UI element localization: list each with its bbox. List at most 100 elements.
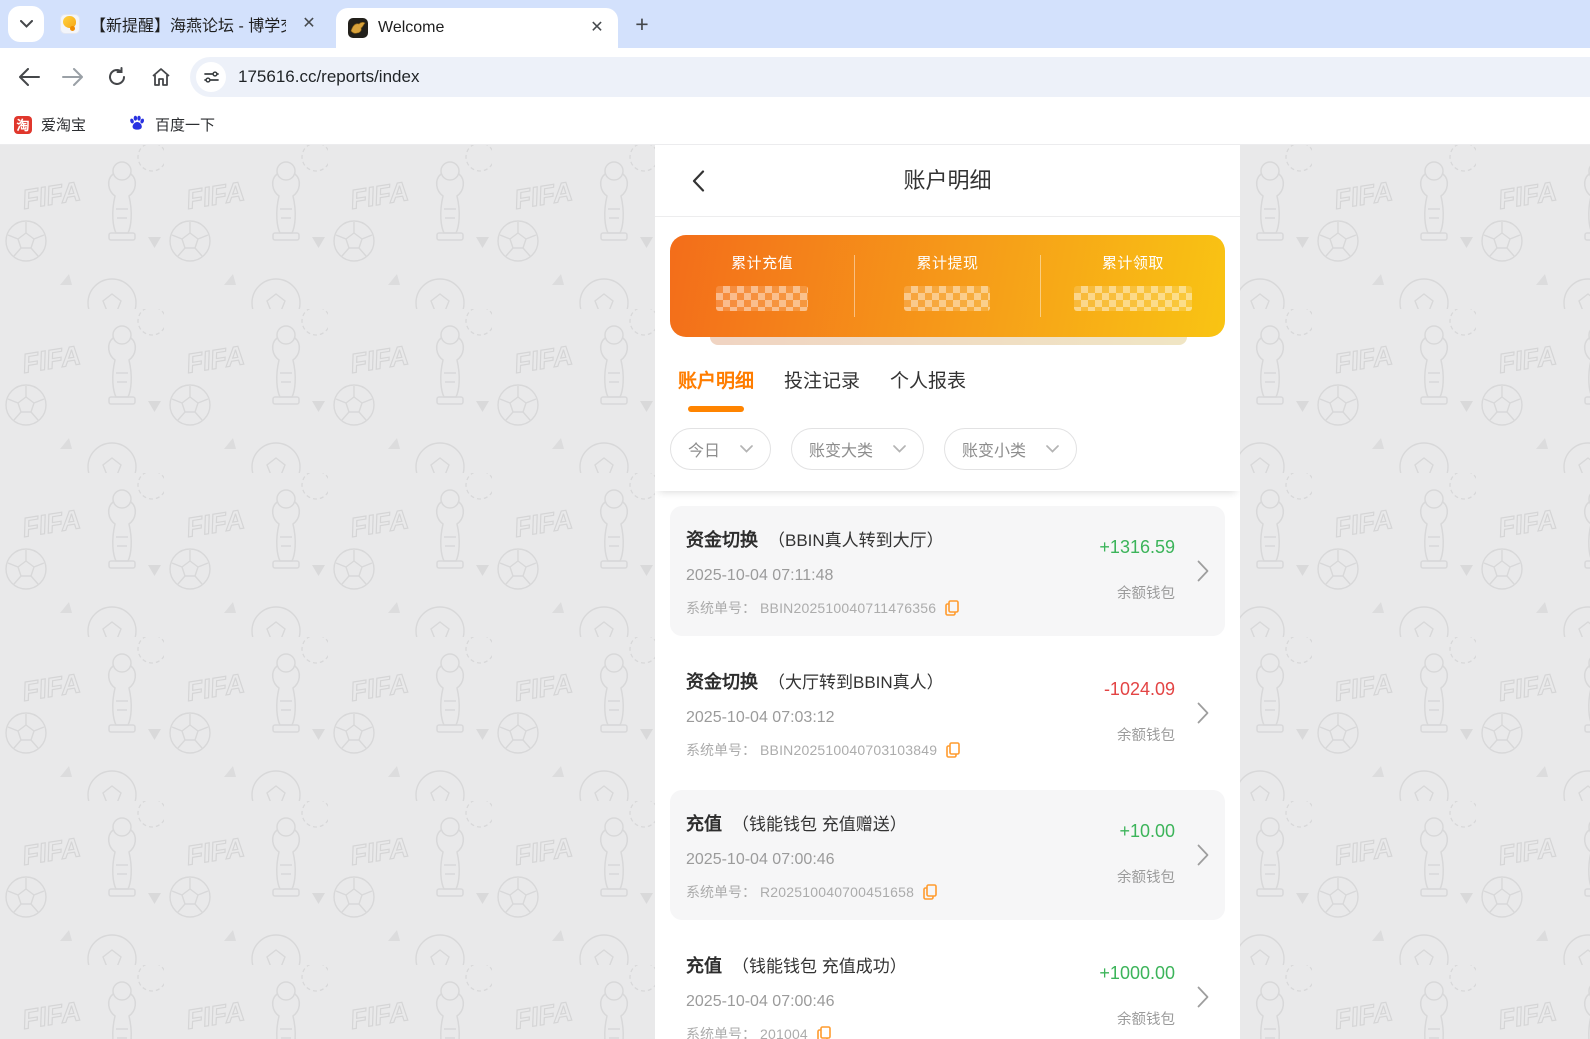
transaction-subtitle: （大厅转到BBIN真人） bbox=[768, 673, 944, 692]
summary-card-shadow-strip bbox=[710, 337, 1187, 345]
app-content-column: 账户明细 累计充值 累计提现 累计领取 账户明细 投注记录 个人报表 今日 账变… bbox=[655, 145, 1240, 1039]
order-number-label: 系统单号： bbox=[686, 600, 756, 616]
filter-label: 账变大类 bbox=[809, 443, 874, 460]
welcome-favicon bbox=[348, 18, 368, 38]
chevron-down-icon bbox=[19, 20, 33, 28]
page-header: 账户明细 bbox=[655, 145, 1240, 217]
censored-value bbox=[904, 286, 991, 311]
transaction-type: 充值 bbox=[686, 956, 722, 976]
copy-icon[interactable] bbox=[817, 1026, 831, 1039]
tab-label: 账户明细 bbox=[678, 371, 755, 392]
transaction-row[interactable]: 资金切换 （BBIN真人转到大厅） 2025-10-04 07:11:48 系统单… bbox=[670, 506, 1225, 636]
wallet-type-label: 余额钱包 bbox=[1117, 1012, 1175, 1028]
bookmark-label: 百度一下 bbox=[155, 117, 216, 134]
forum-favicon bbox=[60, 14, 80, 34]
chevron-down-icon bbox=[1046, 445, 1059, 453]
browser-tab-forum[interactable]: 【新提醒】海燕论坛 - 博学交流 ✕ bbox=[48, 0, 330, 48]
back-icon[interactable] bbox=[10, 58, 48, 96]
tab-label: 个人报表 bbox=[890, 371, 967, 392]
summary-total-withdraw: 累计提现 bbox=[855, 235, 1039, 337]
transaction-row[interactable]: 充值 （钱能钱包 充值赠送） 2025-10-04 07:00:46 系统单号： … bbox=[670, 790, 1225, 920]
summary-wrap: 累计充值 累计提现 累计领取 bbox=[655, 217, 1240, 345]
transaction-type: 资金切换 bbox=[686, 672, 758, 692]
top-section: 账户明细 累计充值 累计提现 累计领取 账户明细 投注记录 个人报表 今日 账变… bbox=[655, 145, 1240, 491]
chevron-down-icon bbox=[740, 445, 753, 453]
bookmark-aitaobao[interactable]: 淘 爱淘宝 bbox=[14, 114, 86, 135]
tab-search-button[interactable] bbox=[8, 6, 44, 42]
chevron-right-icon bbox=[1197, 986, 1209, 1008]
browser-tab-strip: 【新提醒】海燕论坛 - 博学交流 ✕ Welcome ✕ + bbox=[0, 0, 1590, 48]
page-background: FIFA 账户明细 累计充值 bbox=[0, 145, 1590, 1039]
transaction-type: 资金切换 bbox=[686, 530, 758, 550]
bookmark-baidu[interactable]: 百度一下 bbox=[128, 114, 215, 136]
taobao-icon: 淘 bbox=[14, 115, 32, 134]
transaction-amount: -1024.09 bbox=[1103, 679, 1175, 699]
copy-icon[interactable] bbox=[946, 742, 961, 758]
order-number-label: 系统单号： bbox=[686, 742, 756, 758]
filter-row: 今日 账变大类 账变小类 bbox=[655, 412, 1240, 491]
browser-toolbar: 175616.cc/reports/index bbox=[0, 48, 1590, 105]
filter-major-category-dropdown[interactable]: 账变大类 bbox=[791, 428, 925, 470]
summary-label: 累计提现 bbox=[916, 255, 979, 272]
new-tab-button[interactable]: + bbox=[628, 10, 656, 38]
summary-card: 累计充值 累计提现 累计领取 bbox=[670, 235, 1225, 337]
order-number-label: 系统单号： bbox=[686, 884, 756, 900]
filter-date-dropdown[interactable]: 今日 bbox=[670, 428, 772, 470]
transaction-subtitle: （钱能钱包 充值成功） bbox=[732, 957, 907, 976]
bookmark-label: 爱淘宝 bbox=[41, 117, 87, 134]
url-bar[interactable]: 175616.cc/reports/index bbox=[190, 56, 1590, 97]
chevron-right-icon bbox=[1197, 844, 1209, 866]
transaction-row[interactable]: 资金切换 （大厅转到BBIN真人） 2025-10-04 07:03:12 系统单… bbox=[670, 648, 1225, 778]
transaction-subtitle: （BBIN真人转到大厅） bbox=[768, 531, 944, 550]
filter-label: 今日 bbox=[688, 443, 721, 460]
transaction-row[interactable]: 充值 （钱能钱包 充值成功） 2025-10-04 07:00:46 系统单号： … bbox=[670, 932, 1225, 1039]
summary-total-deposit: 累计充值 bbox=[670, 235, 854, 337]
back-button[interactable] bbox=[681, 164, 715, 198]
transaction-subtitle: （钱能钱包 充值赠送） bbox=[732, 815, 907, 834]
close-tab-icon[interactable]: ✕ bbox=[586, 17, 608, 39]
tab-title: Welcome bbox=[378, 19, 445, 36]
tab-personal-report[interactable]: 个人报表 bbox=[890, 366, 966, 412]
copy-icon[interactable] bbox=[945, 600, 959, 616]
report-tabs: 账户明细 投注记录 个人报表 bbox=[655, 345, 1240, 412]
tab-label: 投注记录 bbox=[784, 371, 861, 392]
transaction-amount: +1316.59 bbox=[1099, 537, 1175, 557]
active-tab-underline bbox=[688, 406, 744, 412]
summary-label: 累计充值 bbox=[731, 255, 794, 272]
filter-minor-category-dropdown[interactable]: 账变小类 bbox=[944, 428, 1078, 470]
order-number-label: 系统单号： bbox=[686, 1026, 756, 1039]
wallet-type-label: 余额钱包 bbox=[1117, 870, 1175, 886]
baidu-paw-icon bbox=[128, 114, 146, 136]
transaction-amount: +1000.00 bbox=[1099, 963, 1175, 983]
order-number: BBIN202510040711476356 bbox=[760, 600, 937, 616]
copy-icon[interactable] bbox=[923, 884, 937, 900]
bookmarks-bar: 淘 爱淘宝 百度一下 bbox=[0, 105, 1590, 145]
tab-bet-records[interactable]: 投注记录 bbox=[784, 366, 860, 412]
summary-total-claimed: 累计领取 bbox=[1041, 235, 1225, 337]
reload-icon[interactable] bbox=[98, 58, 136, 96]
transaction-amount: +10.00 bbox=[1119, 821, 1175, 841]
wallet-type-label: 余额钱包 bbox=[1117, 586, 1175, 602]
chevron-down-icon bbox=[893, 445, 906, 453]
order-number: R202510040700451658 bbox=[760, 884, 915, 900]
order-number: 201004 bbox=[760, 1026, 808, 1039]
tab-title: 【新提醒】海燕论坛 - 博学交流 bbox=[90, 18, 286, 35]
chevron-right-icon bbox=[1197, 560, 1209, 582]
chevron-left-icon bbox=[692, 169, 704, 192]
browser-tab-welcome[interactable]: Welcome ✕ bbox=[336, 8, 618, 48]
url-text: 175616.cc/reports/index bbox=[238, 66, 420, 86]
page-title: 账户明细 bbox=[903, 168, 992, 193]
tab-account-detail[interactable]: 账户明细 bbox=[678, 366, 754, 412]
close-tab-icon[interactable]: ✕ bbox=[298, 13, 320, 35]
censored-value bbox=[716, 286, 809, 311]
filter-label: 账变小类 bbox=[962, 443, 1027, 460]
forward-icon[interactable] bbox=[54, 58, 92, 96]
site-settings-icon[interactable] bbox=[196, 61, 226, 92]
order-number: BBIN202510040703103849 bbox=[760, 742, 938, 758]
home-icon[interactable] bbox=[142, 58, 180, 96]
transaction-type: 充值 bbox=[686, 814, 722, 834]
wallet-type-label: 余额钱包 bbox=[1117, 728, 1175, 744]
censored-value bbox=[1073, 286, 1192, 311]
chevron-right-icon bbox=[1197, 702, 1209, 724]
transaction-list: 资金切换 （BBIN真人转到大厅） 2025-10-04 07:11:48 系统单… bbox=[655, 491, 1240, 1039]
